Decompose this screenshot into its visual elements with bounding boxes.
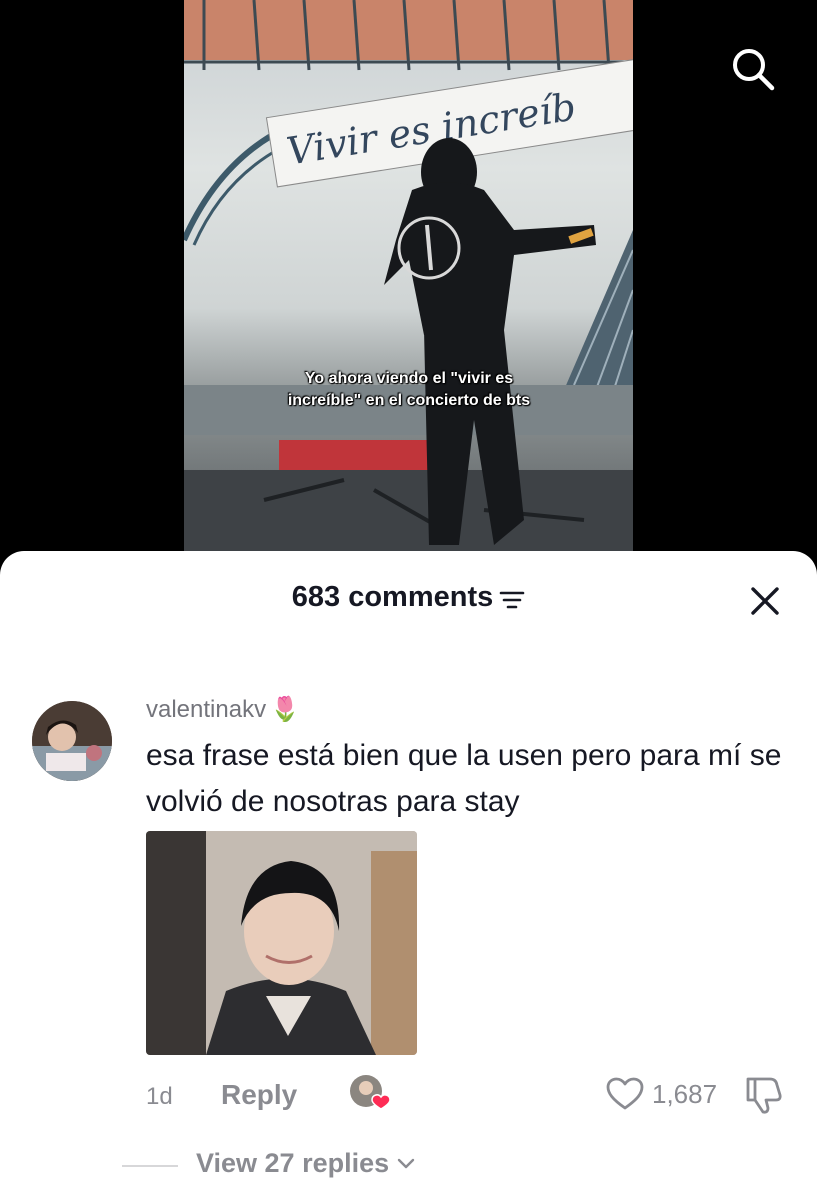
comment-actions: 1d Reply 1,687: [0, 1071, 817, 1121]
search-icon: [733, 49, 775, 91]
heart-icon: [606, 1077, 644, 1110]
view-replies: View 27 replies: [0, 1146, 817, 1190]
replies-divider: [122, 1165, 178, 1167]
like-button[interactable]: 1,687: [606, 1077, 717, 1111]
avatar[interactable]: [32, 701, 112, 781]
view-replies-label: View 27 replies: [196, 1148, 390, 1178]
filter-icon: [499, 591, 525, 608]
view-replies-button[interactable]: View 27 replies: [196, 1148, 415, 1179]
comments-header: 683 comments: [0, 581, 817, 627]
video-area: Vivir es increíb Yo ahora viendo el "viv…: [0, 0, 817, 580]
video-caption: Yo ahora viendo el "vivir es increíble" …: [287, 370, 531, 409]
comment-attached-image[interactable]: [146, 831, 417, 1055]
username-text: valentinakv: [146, 695, 267, 723]
dislike-button[interactable]: [742, 1075, 786, 1115]
video-frame[interactable]: Vivir es increíb Yo ahora viendo el "viv…: [184, 0, 633, 560]
search-button[interactable]: [727, 43, 779, 95]
video-scene: Vivir es increíb: [184, 0, 633, 560]
creator-avatar-heart-icon: [350, 1075, 391, 1110]
like-count: 1,687: [652, 1078, 718, 1109]
tulip-emoji: 🌷: [270, 696, 300, 723]
dislike-icon: [746, 1077, 782, 1114]
close-icon: [751, 587, 779, 615]
attached-photo: [146, 831, 417, 1055]
comment-username[interactable]: valentinakv 🌷: [146, 695, 300, 724]
comments-sheet: 683 comments valentinakv 🌷 esa frase est…: [0, 551, 817, 1200]
comment-text: esa frase está bien que la usen pero par…: [146, 739, 782, 818]
reply-button[interactable]: Reply: [221, 1079, 297, 1111]
comment-timestamp: 1d: [146, 1083, 173, 1110]
comments-sort-button[interactable]: 683 comments: [292, 581, 526, 614]
creator-liked-badge: [348, 1073, 392, 1113]
comments-count-title: 683 comments: [291, 581, 494, 613]
close-button[interactable]: [745, 581, 785, 621]
chevron-down-icon: [397, 1158, 415, 1168]
avatar-image: [32, 701, 112, 781]
